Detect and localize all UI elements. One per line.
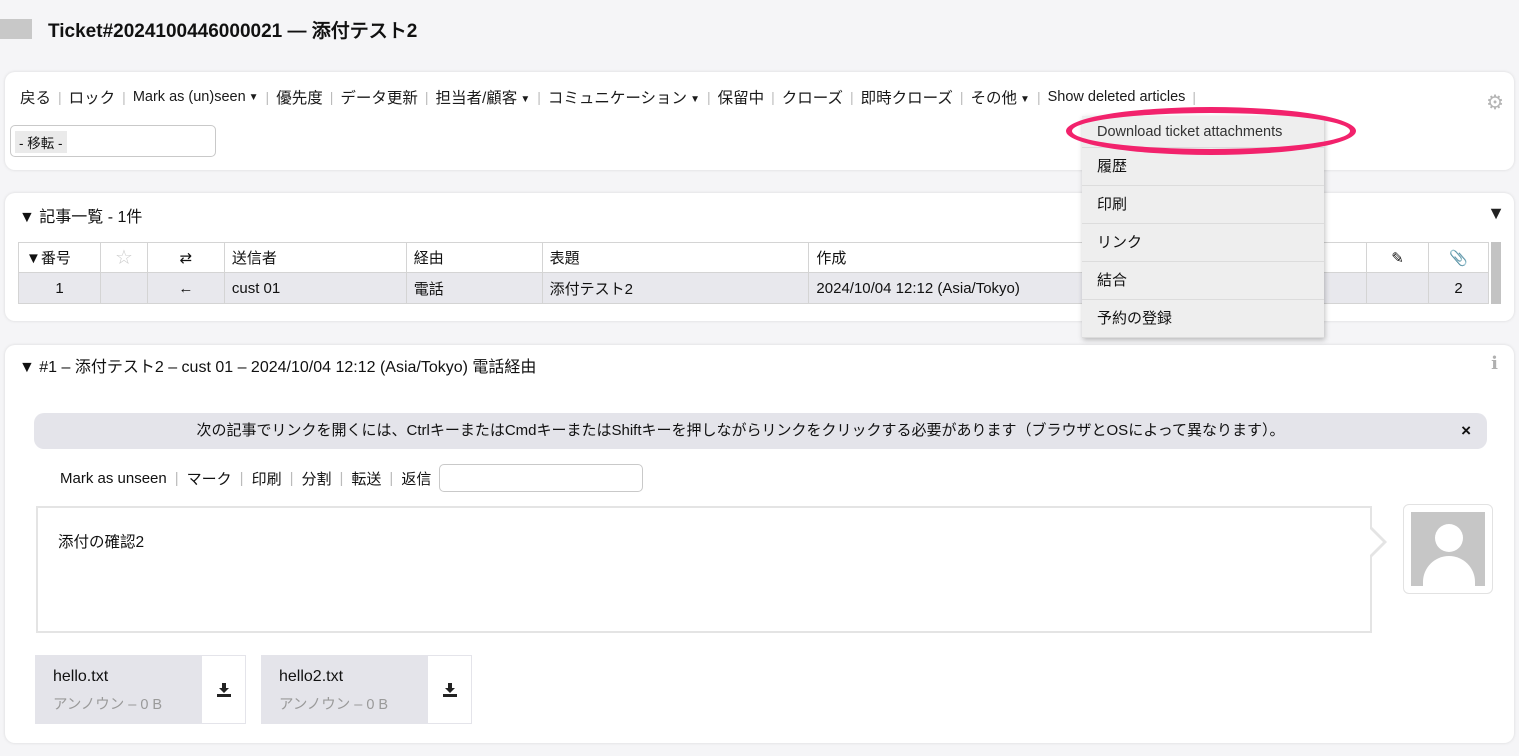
communication-menu[interactable]: コミュニケーション ▼ (548, 86, 700, 108)
reply-link[interactable]: 返信 (401, 468, 431, 489)
cell-attachments: 2 (1427, 272, 1490, 304)
column-subject[interactable]: 表題 (541, 242, 809, 273)
merge-item[interactable]: 結合 (1082, 262, 1324, 300)
mark-seen-menu[interactable]: Mark as (un)seen ▼ (133, 89, 259, 105)
article-list-header[interactable]: ▼ 記事一覧 - 1件 (19, 203, 142, 227)
cell-sender: cust 01 (223, 272, 407, 304)
direction-icon[interactable]: ⇄ (146, 242, 225, 273)
link-notice-banner: 次の記事でリンクを開くには、CtrlキーまたはCmdキーまたはShiftキーを押… (34, 413, 1487, 449)
close-link[interactable]: クローズ (782, 86, 843, 108)
article-detail-header[interactable]: ▼ #1 – 添付テスト2 – cust 01 – 2024/10/04 12:… (19, 353, 536, 377)
data-update-link[interactable]: データ更新 (340, 86, 418, 108)
queue-move-select[interactable]: - 移転 - (10, 125, 216, 157)
other-menu[interactable]: その他 ▼ (971, 86, 1030, 108)
print-link[interactable]: 印刷 (252, 468, 282, 489)
lock-link[interactable]: ロック (69, 86, 116, 108)
caret-down-icon: ▼ (520, 94, 531, 105)
column-via[interactable]: 経由 (405, 242, 543, 273)
download-icon[interactable] (201, 655, 246, 724)
other-label: その他 (970, 90, 1018, 107)
attachment-meta: アンノウン – 0 B (53, 697, 163, 713)
ticket-action-menu: 戻る | ロック | Mark as (un)seen ▼ | 優先度 | データ更新 | … (20, 86, 1203, 108)
article-detail-panel: ▼ #1 – 添付テスト2 – cust 01 – 2024/10/04 12:… (5, 345, 1514, 743)
attachment-item[interactable]: hello.txt アンノウン – 0 B (35, 655, 246, 724)
attachment-name[interactable]: hello2.txt (279, 668, 343, 686)
paperclip-icon[interactable]: 📎 (1427, 242, 1490, 273)
owner-customer-label: 担当者/顧客 (435, 90, 518, 107)
page-title: Ticket#2024100446000021 — 添付テスト2 (48, 20, 418, 42)
attachment-meta: アンノウン – 0 B (279, 697, 389, 713)
history-item[interactable]: 履歴 (1082, 148, 1324, 186)
notice-text: 次の記事でリンクを開くには、CtrlキーまたはCmdキーまたはShiftキーを押… (196, 422, 1285, 439)
reservation-item[interactable]: 予約の登録 (1082, 300, 1324, 338)
article-body: 添付の確認2 (36, 506, 1372, 633)
pending-link[interactable]: 保留中 (718, 86, 765, 108)
user-icon (1411, 512, 1485, 586)
cell-subject: 添付テスト2 (541, 272, 809, 304)
communication-label: コミュニケーション (547, 90, 688, 107)
cell-number: 1 (18, 272, 101, 304)
back-link[interactable]: 戻る (20, 86, 51, 108)
article-body-text: 添付の確認2 (58, 534, 145, 551)
forward-link[interactable]: 転送 (351, 468, 381, 489)
ticket-icon (0, 19, 32, 39)
attachment-item[interactable]: hello2.txt アンノウン – 0 B (261, 655, 472, 724)
mark-seen-label: Mark as (un)seen (132, 89, 246, 105)
download-ticket-attachments-item[interactable]: Download ticket attachments (1082, 116, 1324, 148)
ticket-title-bar: Ticket#2024100446000021 — 添付テスト2 (0, 12, 417, 46)
caret-down-icon: ▼ (690, 94, 700, 105)
priority-link[interactable]: 優先度 (276, 86, 323, 108)
split-link[interactable]: 分割 (301, 468, 331, 489)
edit-icon[interactable]: ✎ (1366, 242, 1429, 273)
cell-via: 電話 (405, 272, 543, 304)
filter-icon[interactable]: ▼ (1487, 203, 1505, 224)
move-select-value: - 移転 - (15, 131, 67, 153)
avatar (1403, 504, 1493, 594)
caret-down-icon: ▼ (248, 92, 259, 103)
info-icon[interactable]: i (1491, 353, 1498, 374)
cell-star (99, 272, 148, 304)
caret-down-icon: ▼ (1020, 94, 1030, 105)
close-icon[interactable]: × (1461, 413, 1471, 449)
star-icon[interactable]: ☆ (99, 242, 148, 273)
column-number[interactable]: ▼番号 (18, 242, 101, 273)
column-sender[interactable]: 送信者 (223, 242, 407, 273)
download-icon[interactable] (427, 655, 472, 724)
owner-customer-menu[interactable]: 担当者/顧客 ▼ (436, 86, 531, 108)
attachment-name[interactable]: hello.txt (53, 668, 108, 686)
mark-link[interactable]: マーク (187, 468, 232, 489)
cell-edit (1366, 272, 1429, 304)
cell-direction: ← (146, 272, 225, 304)
link-item[interactable]: リンク (1082, 224, 1324, 262)
quick-close-link[interactable]: 即時クローズ (861, 86, 953, 108)
print-item[interactable]: 印刷 (1082, 186, 1324, 224)
article-action-menu: Mark as unseen | マーク | 印刷 | 分割 | 転送 | 返信 (60, 464, 644, 492)
other-dropdown-menu: Download ticket attachments 履歴 印刷 リンク 結合… (1082, 116, 1324, 338)
reply-select[interactable] (439, 464, 644, 492)
bubble-arrow (1368, 525, 1387, 559)
mark-unseen-link[interactable]: Mark as unseen (60, 470, 167, 487)
scrollbar[interactable] (1491, 242, 1501, 304)
gear-icon[interactable]: ⚙ (1486, 90, 1504, 115)
show-deleted-articles-link[interactable]: Show deleted articles (1048, 89, 1186, 105)
